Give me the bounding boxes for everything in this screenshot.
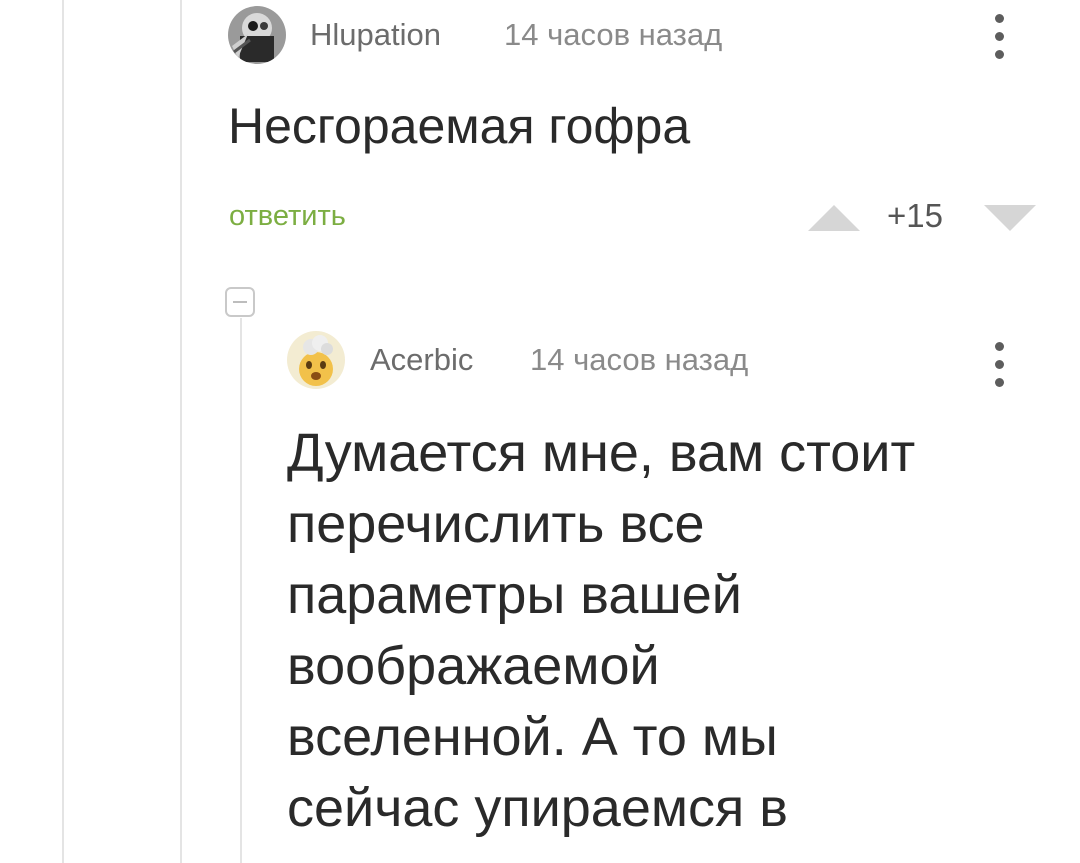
thread-line-level-2 [180,0,182,863]
vote-down-icon[interactable] [983,203,1037,233]
comment-text-line: вселенной. А то мы [287,707,778,767]
avatar-acerbic[interactable] [287,331,345,389]
kebab-menu-icon[interactable] [992,342,1006,387]
comment-text-line: Думается мне, вам стоит [287,423,916,483]
comment-text-line: перечислить все [287,494,705,554]
vote-up-icon[interactable] [807,203,861,233]
collapse-thread-icon[interactable] [225,287,255,317]
avatar-hlupation[interactable] [228,6,286,64]
comment-text-line: параметры вашей [287,565,742,625]
author-name[interactable]: Acerbic [370,342,473,378]
thread-line-level-1 [62,0,64,863]
kebab-menu-icon[interactable] [992,14,1006,59]
comment-text: Думается мне, вам стоит перечислить все … [287,418,1047,844]
vote-score: +15 [887,197,943,234]
comment-text-line: сейчас упираемся в [287,778,788,838]
comment-text-line: воображаемой [287,636,660,696]
comment-text: Несгораемая гофра [228,98,691,154]
author-name[interactable]: Hlupation [310,17,441,53]
reply-link[interactable]: ответить [229,200,346,233]
thread-line-level-3 [240,318,242,863]
comment-time: 14 часов назад [530,342,749,377]
comment-time: 14 часов назад [504,17,723,52]
